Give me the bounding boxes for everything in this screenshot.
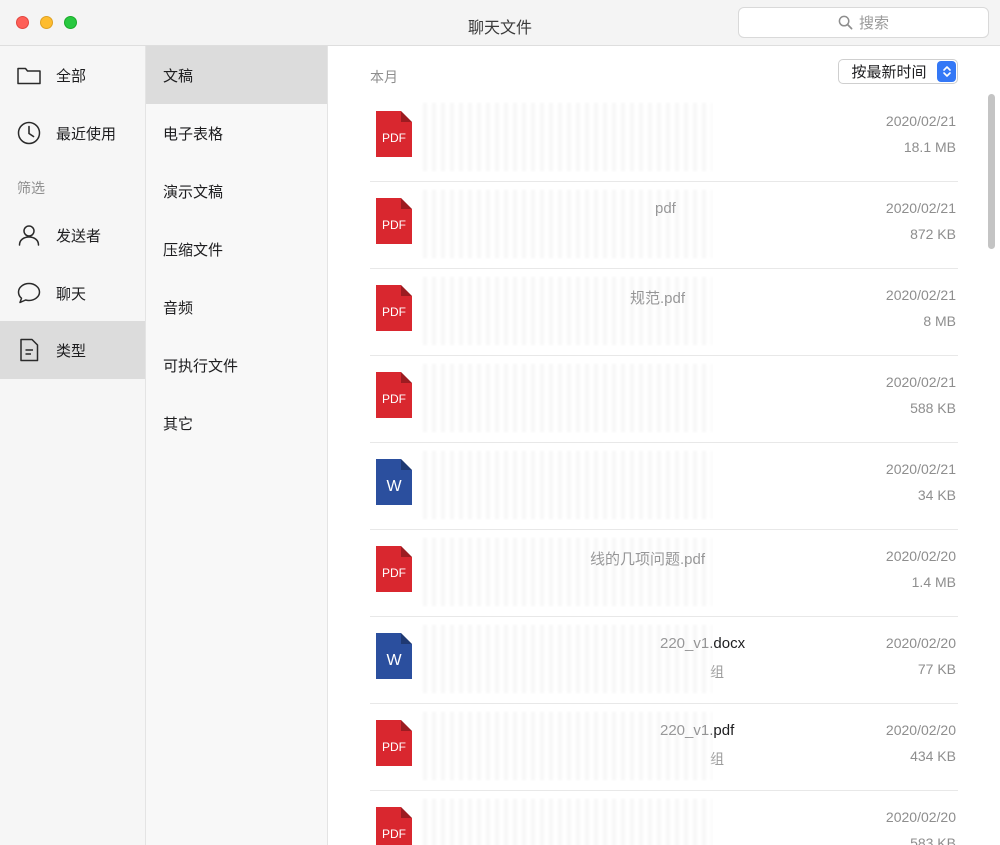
pdf-file-icon: PDF <box>376 111 412 157</box>
file-size: 872 KB <box>910 226 956 242</box>
person-icon <box>18 225 40 246</box>
file-size: 434 KB <box>910 748 956 764</box>
redacted-text-mask <box>418 625 712 693</box>
sidebar-item-chat[interactable]: 聊天 <box>0 264 145 322</box>
search-icon <box>838 15 853 30</box>
file-row[interactable]: W 2020/02/21 34 KB <box>370 443 958 530</box>
filter-section-label: 筛选 <box>17 180 45 196</box>
folder-icon <box>17 67 41 85</box>
pdf-file-icon: PDF <box>376 720 412 766</box>
sidebar-item-all[interactable]: 全部 <box>0 46 145 104</box>
svg-text:PDF: PDF <box>382 218 406 232</box>
file-date: 2020/02/20 <box>885 635 956 651</box>
sidebar-item-label: 最近使用 <box>56 125 117 143</box>
file-date: 2020/02/21 <box>885 374 956 390</box>
svg-text:PDF: PDF <box>382 392 406 406</box>
pdf-file-icon: PDF <box>376 198 412 244</box>
redacted-text-mask <box>418 451 712 519</box>
file-date: 2020/02/20 <box>885 548 956 564</box>
file-row[interactable]: PDF线的几项问题.pdf2020/02/201.4 MB <box>370 530 958 617</box>
file-list-panel: 本月 按最新时间 PDF2020/02/2118.1 MBPDFpdf2020/… <box>328 46 1000 845</box>
word-file-icon: W <box>376 459 412 505</box>
file-subtitle: 组 <box>710 751 724 767</box>
scrollbar[interactable] <box>988 94 995 249</box>
file-row[interactable]: PDF 2020/02/21 588 KB <box>370 356 958 443</box>
sidebar-types: 文稿 电子表格 演示文稿 压缩文件 音频 可执行文件 其它 <box>146 46 328 845</box>
svg-text:PDF: PDF <box>382 305 406 319</box>
up-down-chevron-icon <box>937 61 956 82</box>
month-section-label: 本月 <box>370 69 398 85</box>
chat-bubble-icon <box>17 282 41 304</box>
file-size: 588 KB <box>910 400 956 416</box>
file-date: 2020/02/21 <box>885 200 956 216</box>
search-placeholder: 搜索 <box>858 15 889 32</box>
sidebar-item-type[interactable]: 类型 <box>0 321 145 379</box>
svg-text:PDF: PDF <box>382 740 406 754</box>
file-row[interactable]: PDFpdf2020/02/21872 KB <box>370 182 958 269</box>
file-size: 34 KB <box>917 487 956 503</box>
file-row[interactable]: PDF 2020/02/20 583 KB <box>370 791 958 845</box>
search-input[interactable]: 搜索 <box>738 7 989 38</box>
svg-text:PDF: PDF <box>382 566 406 580</box>
type-item-executables[interactable]: 可执行文件 <box>146 336 327 394</box>
sort-select-value: 按最新时间 <box>851 64 927 81</box>
redacted-text-mask <box>418 712 712 780</box>
pdf-file-icon: PDF <box>376 546 412 592</box>
file-row[interactable]: PDF规范.pdf2020/02/218 MB <box>370 269 958 356</box>
pdf-file-icon: PDF <box>376 372 412 418</box>
file-subtitle: 组 <box>710 664 724 680</box>
type-item-presentations[interactable]: 演示文稿 <box>146 162 327 220</box>
file-row[interactable]: PDF 2020/02/21 18.1 MB <box>370 95 958 182</box>
redacted-text-mask <box>418 277 712 345</box>
type-item-audio[interactable]: 音频 <box>146 278 327 336</box>
file-row[interactable]: W220_v1.docx组2020/02/2077 KB <box>370 617 958 704</box>
redacted-text-mask <box>418 103 712 171</box>
type-item-other[interactable]: 其它 <box>146 394 327 452</box>
file-date: 2020/02/21 <box>885 113 956 129</box>
pdf-file-icon: PDF <box>376 285 412 331</box>
file-row[interactable]: PDF220_v1.pdf组2020/02/20434 KB <box>370 704 958 791</box>
pdf-file-icon: PDF <box>376 807 412 845</box>
sidebar-item-label: 聊天 <box>56 285 87 303</box>
svg-text:PDF: PDF <box>382 131 406 145</box>
sidebar-item-label: 全部 <box>56 67 87 85</box>
redacted-text-mask <box>418 364 712 432</box>
redacted-text-mask <box>418 190 712 258</box>
file-date: 2020/02/21 <box>885 287 956 303</box>
title-bar: 聊天文件 搜索 <box>0 0 1000 46</box>
sidebar-item-label: 发送者 <box>56 227 102 245</box>
sidebar-item-recent[interactable]: 最近使用 <box>0 104 145 162</box>
file-size: 77 KB <box>917 661 956 677</box>
type-item-archives[interactable]: 压缩文件 <box>146 220 327 278</box>
svg-text:PDF: PDF <box>382 827 406 841</box>
sort-select[interactable]: 按最新时间 <box>838 59 958 84</box>
file-size: 18.1 MB <box>903 139 956 155</box>
clock-icon <box>17 121 41 145</box>
type-item-spreadsheets[interactable]: 电子表格 <box>146 104 327 162</box>
file-size: 583 KB <box>910 835 956 845</box>
redacted-text-mask <box>418 538 712 606</box>
file-date: 2020/02/20 <box>885 722 956 738</box>
svg-text:W: W <box>386 652 402 669</box>
svg-text:W: W <box>386 478 402 495</box>
file-size: 8 MB <box>923 313 956 329</box>
sidebar-primary: 全部 最近使用 筛选 发送者 聊天 类型 <box>0 46 146 845</box>
word-file-icon: W <box>376 633 412 679</box>
sidebar-item-sender[interactable]: 发送者 <box>0 206 145 264</box>
type-item-documents[interactable]: 文稿 <box>146 46 327 104</box>
file-size: 1.4 MB <box>911 574 956 590</box>
file-date: 2020/02/20 <box>885 809 956 825</box>
redacted-text-mask <box>418 799 712 845</box>
document-icon <box>20 338 39 362</box>
sidebar-item-label: 类型 <box>56 342 87 360</box>
file-date: 2020/02/21 <box>885 461 956 477</box>
